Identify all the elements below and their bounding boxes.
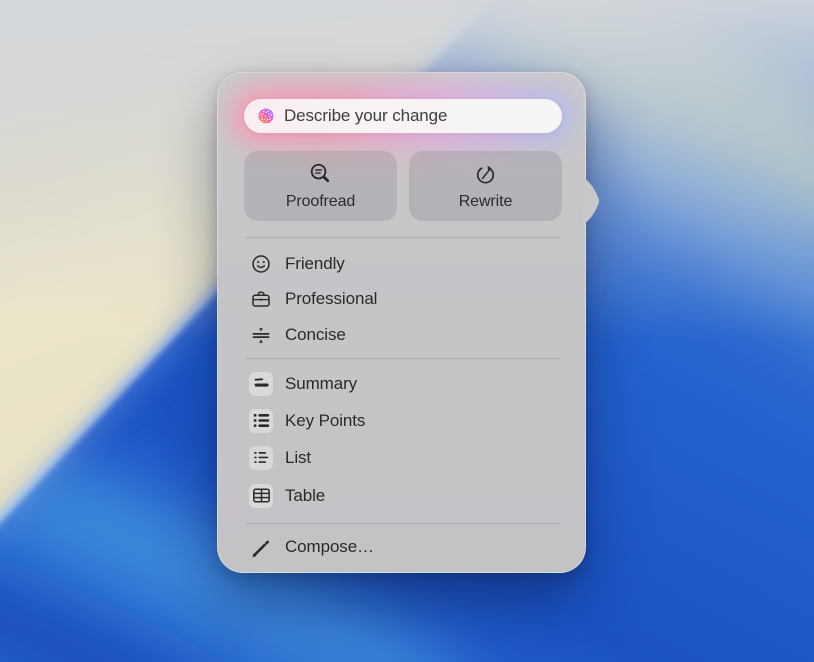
describe-change-input[interactable]: Describe your change: [244, 99, 562, 133]
rewrite-icon: [472, 161, 499, 188]
menu-item-label: List: [285, 448, 311, 468]
primary-actions: Proofread Rewrite: [244, 151, 562, 221]
divider: [246, 358, 560, 359]
summary-lines-icon: [249, 372, 273, 396]
menu-item-list[interactable]: List: [218, 439, 585, 476]
concise-compress-icon: [248, 322, 274, 348]
menu-item-label: Table: [285, 486, 325, 506]
rewrite-label: Rewrite: [459, 193, 513, 211]
input-placeholder: Describe your change: [284, 106, 447, 126]
menu-item-concise[interactable]: Concise: [218, 317, 585, 352]
divider: [246, 237, 560, 238]
popover-arrow: [583, 177, 602, 225]
menu-item-summary[interactable]: Summary: [218, 365, 585, 402]
menu-item-label: Summary: [285, 374, 357, 394]
menu-item-label: Friendly: [285, 254, 345, 274]
proofread-magnifier-icon: [307, 161, 334, 188]
briefcase-icon: [248, 286, 274, 312]
rewrite-button[interactable]: Rewrite: [409, 151, 562, 221]
menu-item-label: Professional: [285, 289, 377, 309]
key-points-list-icon: [249, 409, 273, 433]
list-bullets-icon: [249, 446, 273, 470]
apple-intelligence-icon: [256, 106, 276, 126]
menu-item-label: Key Points: [285, 411, 365, 431]
menu-item-label: Concise: [285, 325, 346, 345]
proofread-label: Proofread: [286, 193, 355, 211]
menu-item-friendly[interactable]: Friendly: [218, 246, 585, 282]
compose-pencil-icon: [248, 534, 274, 560]
table-grid-icon: [249, 484, 273, 508]
smiley-icon: [248, 251, 274, 277]
menu-item-table[interactable]: Table: [218, 477, 585, 514]
writing-tools-popover: Describe your change Proofread: [217, 72, 586, 573]
menu-item-compose[interactable]: Compose…: [218, 529, 585, 565]
proofread-button[interactable]: Proofread: [244, 151, 397, 221]
divider: [246, 523, 560, 524]
menu-item-label: Compose…: [285, 537, 374, 557]
menu-item-professional[interactable]: Professional: [218, 281, 585, 317]
menu-item-key-points[interactable]: Key Points: [218, 402, 585, 439]
